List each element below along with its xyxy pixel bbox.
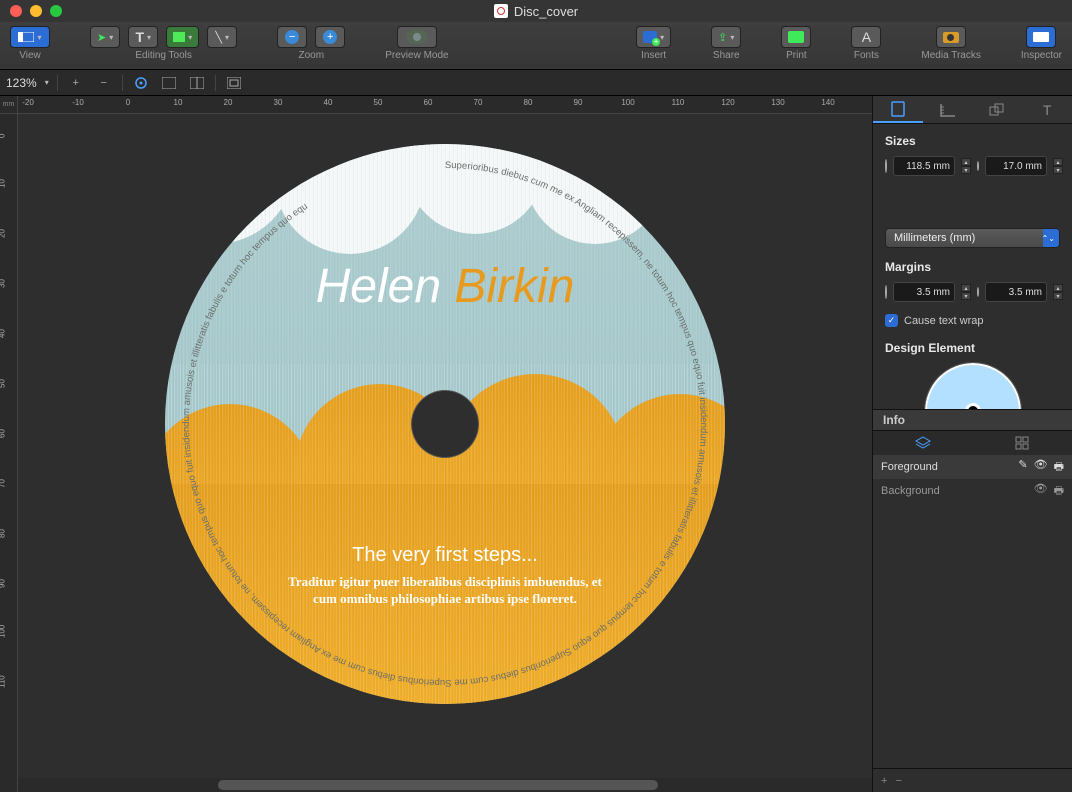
sizes-heading: Sizes [885,134,1060,148]
canvas-area[interactable]: mm -20-100102030405060708090100110120130… [0,96,872,792]
design-heading: Design Element [885,341,1060,355]
zoom-value[interactable]: 123% [6,76,37,90]
view-icon [18,32,34,42]
outer-margin-icon [885,285,887,299]
zoom-out-icon: − [285,30,299,44]
rect-icon [173,32,185,42]
inner-stepper[interactable]: ▴▾ [1053,158,1063,174]
print-layer-icon[interactable]: 🖶 [1054,458,1064,477]
document-icon [494,4,508,18]
inner-margin-stepper[interactable]: ▴▾ [1053,284,1063,300]
outer-size-input[interactable] [893,156,955,176]
eye-icon [406,30,428,44]
document-title: Disc_cover [514,4,578,19]
foreground-layer[interactable]: Foreground ✎ 👁 🖶 [873,455,1072,479]
visibility-icon[interactable]: 👁 [1034,458,1048,477]
disc-subhead[interactable]: The very first steps... [165,544,725,567]
ruler-unit: mm [0,96,18,114]
media-label: Media Tracks [921,50,980,61]
zoom-in[interactable]: + [315,26,345,48]
tab-document[interactable] [873,96,923,123]
camera-icon [943,32,959,43]
info-heading: Info [873,409,1072,431]
grid-tab[interactable] [973,431,1072,455]
add-layer[interactable]: + [881,775,887,787]
target-tool[interactable] [131,73,151,93]
inspector-icon [1033,32,1049,42]
titlebar: Disc_cover [0,0,1072,22]
inner-size-input[interactable] [985,156,1047,176]
margins-heading: Margins [885,260,1060,274]
fonts-button[interactable]: A [851,26,881,48]
share-icon: ⇪ [718,31,727,44]
canvas-mode-1[interactable] [159,73,179,93]
insert-label: Insert [641,50,666,61]
sub-toolbar: 123%▾ + − [0,70,1072,96]
fonts-label: Fonts [854,50,879,61]
outer-margin-input[interactable] [893,282,955,302]
disc-heading[interactable]: Helen Birkin [165,259,725,314]
background-layer[interactable]: Background 👁 🖶 [873,479,1072,503]
media-button[interactable] [936,26,966,48]
pointer-icon: ➤ [97,31,106,44]
zoom-in-icon: + [323,30,337,44]
text-icon: T [135,29,144,45]
tab-text[interactable]: T [1022,96,1072,123]
print-icon [788,31,804,43]
shape-tool[interactable]: ▾ [166,26,199,48]
outer-diameter-icon [885,159,887,173]
add-page[interactable]: + [66,73,86,93]
preview-button[interactable] [397,26,437,48]
canvas-mode-3[interactable] [224,73,244,93]
disc-design[interactable]: Superioribus diebus cum me ex Angliam re… [165,144,725,704]
zoom-out[interactable]: − [277,26,307,48]
insert-button[interactable]: +▾ [636,26,671,48]
layers-tab[interactable] [873,431,973,455]
design-preview [925,363,1021,409]
select-tool[interactable]: ➤▾ [90,26,120,48]
inner-diameter-icon [977,161,979,171]
wrap-checkbox[interactable]: ✓Cause text wrap [885,314,1060,327]
remove-page[interactable]: − [94,73,114,93]
disc-body[interactable]: Traditur igitur puer liberalibus discipl… [285,574,605,608]
inspector-panel: T Sizes ▴▾ ▴▾ Millimeters (mm)⌃⌄ Margins… [872,96,1072,792]
print-layer-icon[interactable]: 🖶 [1054,482,1064,501]
text-tool[interactable]: T▾ [128,26,158,48]
outer-stepper[interactable]: ▴▾ [961,158,971,174]
inspector-button[interactable] [1026,26,1056,48]
inner-margin-input[interactable] [985,282,1047,302]
fonts-icon: A [862,29,871,45]
insert-icon: + [643,31,657,43]
edit-icon[interactable]: ✎ [1018,458,1027,477]
horizontal-scrollbar[interactable] [18,778,872,792]
disc-hole [412,391,478,457]
line-tool[interactable]: ╲▾ [207,26,237,48]
tab-arrange[interactable] [973,96,1023,123]
zoom-label: Zoom [298,50,324,61]
visibility-icon[interactable]: 👁 [1034,482,1048,501]
preview-label: Preview Mode [385,50,448,61]
share-label: Share [713,50,740,61]
tab-metrics[interactable] [923,96,973,123]
outer-margin-stepper[interactable]: ▴▾ [961,284,971,300]
print-button[interactable] [781,26,811,48]
canvas-mode-2[interactable] [187,73,207,93]
print-label: Print [786,50,807,61]
view-button[interactable]: ▾ [10,26,50,48]
inspector-label: Inspector [1021,50,1062,61]
units-select[interactable]: Millimeters (mm)⌃⌄ [885,228,1060,248]
toolbar: ▾ View ➤▾ T▾ ▾ ╲▾ Editing Tools − + Zoom… [0,22,1072,70]
editing-label: Editing Tools [135,50,192,61]
inner-margin-icon [977,287,979,297]
ruler-horizontal: -20-100102030405060708090100110120130140 [18,96,872,114]
remove-layer[interactable]: − [895,775,901,787]
view-label: View [19,50,41,61]
ruler-vertical: 0102030405060708090100110 [0,114,18,792]
share-button[interactable]: ⇪▾ [711,26,741,48]
line-icon: ╲ [215,31,222,44]
